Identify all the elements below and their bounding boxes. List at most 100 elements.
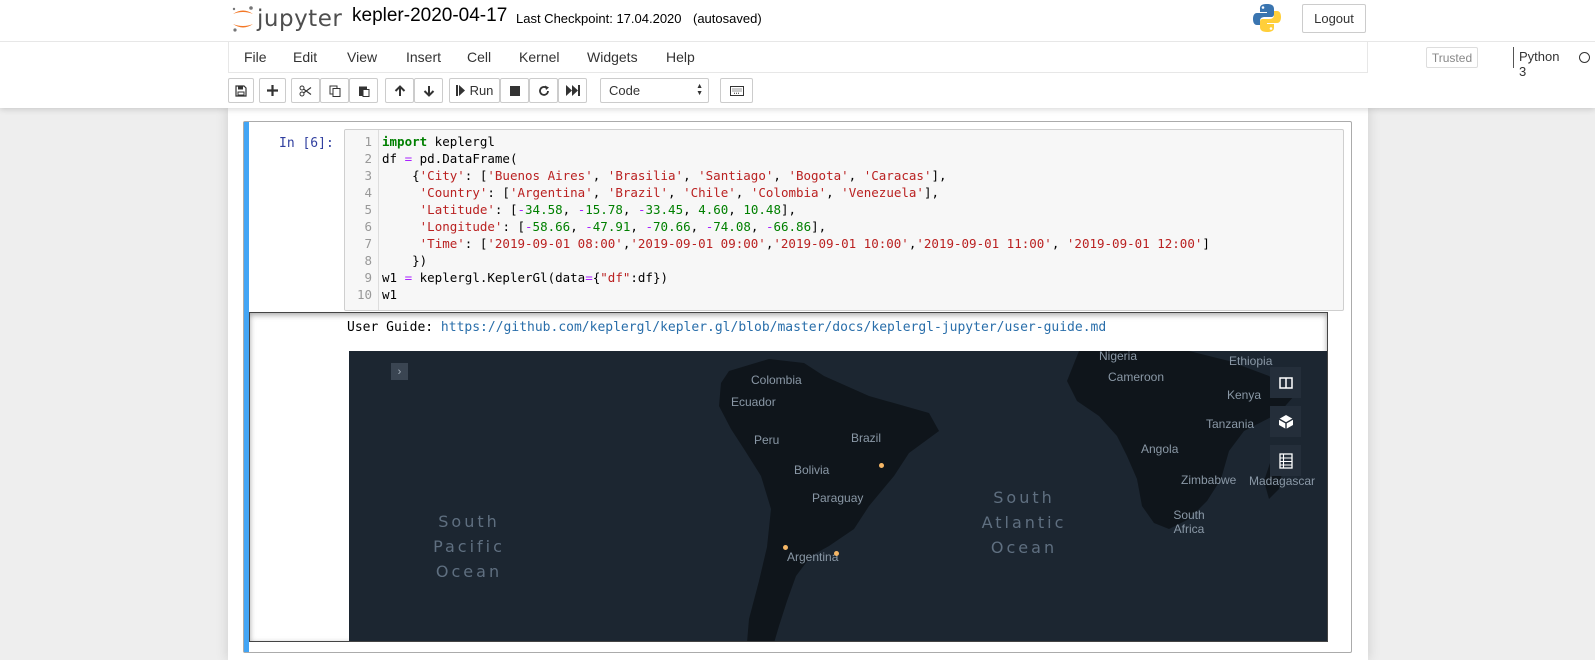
line-number: 10: [356, 287, 372, 302]
city-point-santiago[interactable]: [783, 545, 788, 550]
run-label: Run: [469, 83, 494, 98]
kernel-idle-icon: [1579, 52, 1590, 63]
cut-button[interactable]: [291, 78, 320, 103]
menu-insert[interactable]: Insert: [406, 49, 441, 65]
run-button[interactable]: Run: [449, 78, 500, 103]
kepler-map[interactable]: Colombia Ecuador Peru Brazil Bolivia Par…: [349, 351, 1327, 641]
country-label: Ecuador: [731, 395, 776, 409]
copy-icon: [329, 85, 340, 97]
country-label: Zimbabwe: [1181, 473, 1237, 487]
country-label: Kenya: [1227, 388, 1262, 402]
country-label: Ethiopia: [1229, 354, 1273, 368]
menu-edit[interactable]: Edit: [293, 49, 317, 65]
country-label: Argentina: [787, 550, 839, 564]
select-arrows-icon: ▲ ▼: [696, 83, 703, 97]
line-number: 2: [364, 151, 372, 166]
notebook-header: jupyter kepler-2020-04-17 Last Checkpoin…: [0, 0, 1595, 108]
line-number: 1: [364, 134, 372, 149]
code-cell[interactable]: In [6]: 1 2 3 4 5 6 7 8 9 10 import kepl…: [243, 121, 1352, 653]
scissors-icon: [299, 85, 312, 96]
menu-view[interactable]: View: [347, 49, 377, 65]
save-icon: [235, 84, 247, 97]
jupyter-logo-icon: [232, 6, 253, 32]
autosave-status: (autosaved): [693, 11, 762, 26]
notebook-container: In [6]: 1 2 3 4 5 6 7 8 9 10 import kepl…: [228, 108, 1368, 660]
line-number: 3: [364, 168, 372, 183]
menu-bar: File Edit View Insert Cell Kernel Widget…: [228, 42, 1590, 79]
paste-icon: [358, 86, 369, 97]
code-line: 'Longitude': [-58.66, -47.91, -70.66, -7…: [419, 219, 827, 234]
city-point-brasilia[interactable]: [879, 463, 884, 468]
3d-view-button[interactable]: [1270, 406, 1301, 437]
code-line: df = pd.DataFrame(: [382, 151, 518, 166]
line-number-gutter: 1 2 3 4 5 6 7 8 9 10: [345, 130, 379, 310]
move-up-button[interactable]: [385, 78, 414, 103]
code-line: w1 = keplergl.KeplerGl(data={"df":df}): [382, 270, 669, 285]
line-number: 8: [364, 253, 372, 268]
user-guide-link[interactable]: https://github.com/keplergl/kepler.gl/bl…: [441, 320, 1106, 335]
ocean-label: South Atlantic Ocean: [981, 488, 1067, 557]
menu-cell[interactable]: Cell: [467, 49, 491, 65]
notebook-title[interactable]: kepler-2020-04-17: [352, 5, 507, 27]
notebook-toolbar: Run Code ▲ ▼: [228, 78, 1368, 104]
code-line: 'Country': ['Argentina', 'Brazil', 'Chil…: [419, 185, 940, 200]
jupyter-logo[interactable]: jupyter: [231, 4, 342, 34]
cell-output: User Guide: https://github.com/keplergl/…: [249, 312, 1328, 642]
save-button[interactable]: [228, 78, 254, 103]
country-label: South Africa: [1173, 508, 1205, 536]
line-number: 7: [364, 236, 372, 251]
3d-cube-icon: [1278, 414, 1293, 429]
split-map-icon: [1278, 376, 1293, 389]
menu-help[interactable]: Help: [666, 49, 695, 65]
code-line: 'Time': ['2019-09-01 08:00','2019-09-01 …: [419, 236, 1210, 251]
trusted-indicator[interactable]: Trusted: [1426, 47, 1478, 68]
menu-file[interactable]: File: [244, 49, 267, 65]
interrupt-button[interactable]: [500, 78, 529, 103]
code-line: import keplergl: [382, 134, 495, 149]
user-guide-text: User Guide: https://github.com/keplergl/…: [347, 320, 1106, 335]
code-line: 'Latitude': [-34.58, -15.78, -33.45, 4.6…: [419, 202, 797, 217]
menu-kernel[interactable]: Kernel: [519, 49, 559, 65]
restart-button[interactable]: [529, 78, 558, 103]
arrow-down-icon: [423, 85, 434, 97]
cell-type-value: Code: [609, 83, 641, 98]
country-label: Paraguay: [812, 491, 864, 505]
line-number: 6: [364, 219, 372, 234]
cell-type-select[interactable]: Code ▲ ▼: [600, 78, 709, 103]
country-label: Angola: [1141, 442, 1179, 456]
split-map-button[interactable]: [1270, 367, 1301, 398]
line-number: 5: [364, 202, 372, 217]
plus-icon: [267, 85, 278, 96]
country-label: Nigeria: [1099, 351, 1138, 363]
insert-cell-button[interactable]: [259, 78, 286, 103]
keyboard-icon: [729, 85, 744, 96]
sidebar-toggle-button[interactable]: ›: [391, 363, 408, 380]
code-editor[interactable]: 1 2 3 4 5 6 7 8 9 10 import keplergl df …: [344, 129, 1344, 311]
stop-icon: [509, 85, 520, 96]
chevron-right-icon: ›: [397, 365, 402, 378]
app-name: jupyter: [257, 6, 343, 32]
country-label: Brazil: [851, 431, 882, 445]
fast-forward-icon: [565, 85, 580, 96]
restart-run-all-button[interactable]: [558, 78, 587, 103]
restart-icon: [538, 85, 549, 96]
copy-button[interactable]: [320, 78, 349, 103]
city-point-buenos-aires[interactable]: [834, 551, 839, 556]
country-label: Madagascar: [1249, 474, 1316, 488]
country-label: Colombia: [751, 373, 802, 387]
command-palette-button[interactable]: [720, 78, 753, 103]
code-line: w1: [382, 287, 398, 302]
arrow-up-icon: [394, 84, 405, 96]
header-top-bar: jupyter kepler-2020-04-17 Last Checkpoin…: [0, 0, 1595, 42]
menu-widgets[interactable]: Widgets: [587, 49, 638, 65]
legend-button[interactable]: [1270, 445, 1301, 476]
paste-button[interactable]: [349, 78, 378, 103]
ocean-label: South Pacific Ocean: [433, 512, 505, 581]
kernel-name[interactable]: Python 3: [1519, 49, 1559, 79]
code-line: }): [382, 253, 428, 268]
kernel-divider: [1513, 47, 1514, 68]
code-line: {'City': ['Buenos Aires', 'Brasilia', 'S…: [382, 168, 947, 183]
line-number: 9: [364, 270, 372, 285]
move-down-button[interactable]: [414, 78, 443, 103]
logout-button[interactable]: Logout: [1302, 4, 1366, 33]
